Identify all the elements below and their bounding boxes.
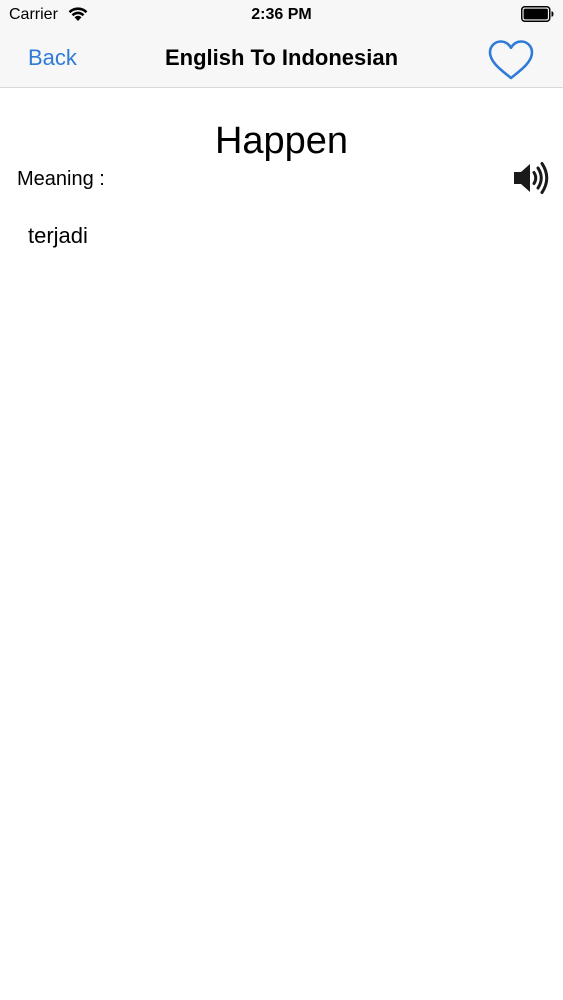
heart-outline-icon[interactable]: [486, 38, 536, 82]
nav-title: English To Indonesian: [164, 45, 399, 70]
word-title: Happen: [214, 120, 349, 162]
status-time: 2:36 PM: [251, 6, 312, 23]
meaning-text: terjadi: [28, 223, 88, 248]
status-bar: Carrier 2:36 PM: [0, 0, 563, 30]
screen: Carrier 2:36 PM Back English To Indonesi…: [0, 0, 563, 1000]
speaker-icon[interactable]: [512, 160, 550, 196]
navigation-bar: Back English To Indonesian: [0, 30, 563, 87]
meaning-label: Meaning :: [17, 168, 105, 190]
battery-icon: [521, 6, 554, 22]
top-bar: Carrier 2:36 PM Back English To Indonesi…: [0, 0, 563, 88]
